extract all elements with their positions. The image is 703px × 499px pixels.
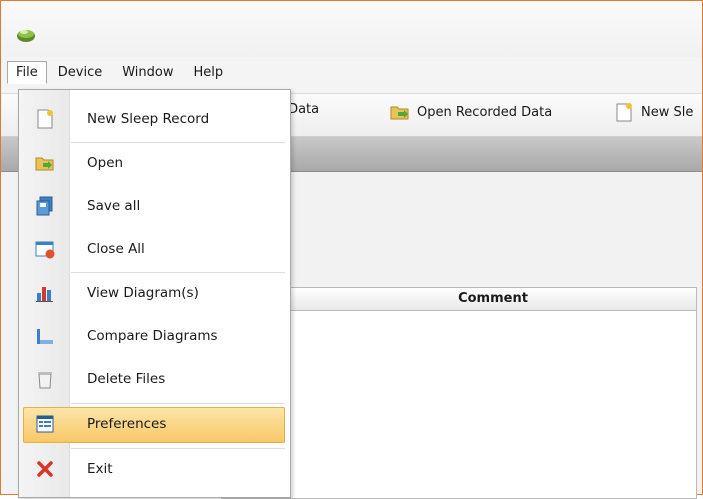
menu-device[interactable]: Device [49,61,111,84]
table-header: Comment [222,288,696,311]
compare-chart-icon [37,329,53,344]
menu-item-label: Delete Files [87,371,166,387]
menu-item-label: New Sleep Record [87,111,210,127]
menu-item-delete-files[interactable]: Delete Files [19,359,290,399]
new-document-icon [616,103,632,122]
close-all-icon [35,241,55,259]
file-menu-dropdown: New Sleep Record Open Save all Close All… [18,89,291,498]
menu-item-preferences[interactable]: Preferences [19,404,290,444]
menu-item-open[interactable]: Open [19,143,290,183]
app-logo-icon [17,30,35,42]
menu-help[interactable]: Help [185,61,233,84]
menu-item-label: Save all [87,198,141,214]
menu-item-label: Exit [87,461,113,477]
menu-window[interactable]: Window [113,61,182,84]
exit-icon [37,461,53,477]
save-icon [36,196,53,216]
preferences-icon [36,415,54,433]
app-window: File Device Window Help ient Data Open R… [0,0,703,499]
toolbar-new-sleep-label: New Sle [641,104,694,120]
new-document-icon [37,109,53,129]
toolbar-open-recorded-data-label: Open Recorded Data [417,104,553,120]
menu-item-view-diagrams[interactable]: View Diagram(s) [19,273,290,313]
menu-item-label: Open [87,155,124,171]
comment-column-header[interactable]: Comment [290,288,696,310]
menu-item-label: Preferences [87,416,167,432]
open-folder-icon [35,157,54,171]
toolbar-open-recorded-data-button[interactable]: Open Recorded Data [389,102,552,122]
bar-chart-icon [36,287,53,302]
menu-item-exit[interactable]: Exit [19,449,290,489]
menu-item-new-sleep-record[interactable]: New Sleep Record [19,99,290,139]
toolbar-new-sleep-button[interactable]: New Sle [613,102,693,122]
trash-icon [38,372,52,389]
menu-item-compare-diagrams[interactable]: Compare Diagrams [19,316,290,356]
menu-file[interactable]: File [7,60,47,84]
menu-item-label: Compare Diagrams [87,328,218,344]
title-bar [1,1,702,57]
menu-item-close-all[interactable]: Close All [19,229,290,269]
menu-bar: File Device Window Help [7,57,234,87]
menu-item-save-all[interactable]: Save all [19,186,290,226]
records-table[interactable]: Comment [221,287,697,499]
menu-item-label: Close All [87,241,145,257]
open-folder-icon [390,106,409,120]
menu-item-label: View Diagram(s) [87,285,199,301]
